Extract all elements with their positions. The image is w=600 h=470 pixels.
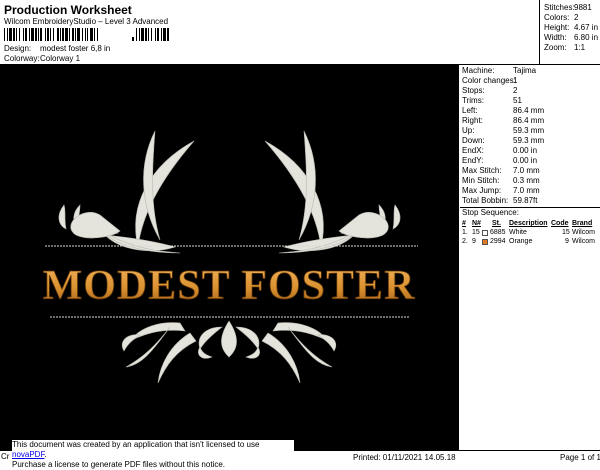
thread-color-swatch bbox=[482, 239, 488, 245]
stat-value: 4.67 in bbox=[574, 23, 599, 32]
novapdf-link[interactable]: novaPDF bbox=[12, 450, 44, 459]
machine-value: 2 bbox=[513, 86, 518, 95]
stat-label: Width: bbox=[544, 33, 567, 42]
machine-label: Color changes: bbox=[462, 76, 516, 85]
license-notice: This document was created by an applicat… bbox=[12, 440, 294, 469]
machine-label: Max Jump: bbox=[462, 186, 502, 195]
machine-label: Min Stitch: bbox=[462, 176, 500, 185]
machine-value: 59.87ft bbox=[513, 196, 538, 205]
machine-value: 1 bbox=[513, 76, 518, 85]
stat-value: 1:1 bbox=[574, 43, 586, 52]
page-number: Page 1 of 1 bbox=[560, 453, 600, 462]
footer-cr-text: Cr bbox=[1, 452, 10, 461]
stat-label: Zoom: bbox=[544, 43, 567, 52]
machine-value: 7.0 mm bbox=[513, 186, 540, 195]
machine-value: 86.4 mm bbox=[513, 116, 545, 125]
machine-label: Stops: bbox=[462, 86, 485, 95]
machine-label: Up: bbox=[462, 126, 475, 135]
table-cell: 9 bbox=[472, 238, 476, 245]
table-cell: 9 bbox=[565, 238, 569, 245]
printed-timestamp: Printed: 01/11/2021 14.05.18 bbox=[353, 453, 456, 462]
table-cell: Wilcom bbox=[572, 238, 595, 245]
machine-value: 0.00 in bbox=[513, 156, 538, 165]
machine-label: Left: bbox=[462, 106, 478, 115]
machine-value: 0.00 in bbox=[513, 146, 538, 155]
design-preview: MODEST FOSTER bbox=[0, 65, 459, 450]
machine-value: 51 bbox=[513, 96, 522, 105]
colorway-value: Colorway 1 bbox=[40, 54, 81, 63]
machine-label: Max Stitch: bbox=[462, 166, 502, 175]
machine-label: Right: bbox=[462, 116, 483, 125]
barcode-icon bbox=[4, 28, 169, 41]
machine-value: Tajima bbox=[513, 66, 537, 75]
machine-label: Total Bobbin: bbox=[462, 196, 509, 205]
design-value: modest foster 6,8 in bbox=[40, 44, 111, 53]
machine-value: 59.3 mm bbox=[513, 136, 545, 145]
software-subtitle: Wilcom EmbroideryStudio – Level 3 Advanc… bbox=[4, 17, 169, 26]
header-divider bbox=[539, 0, 540, 64]
notice-text-line2: Purchase a license to generate PDF files… bbox=[12, 460, 225, 469]
stat-value: 9881 bbox=[574, 3, 592, 12]
machine-value: 86.4 mm bbox=[513, 106, 545, 115]
stat-label: Stitches: bbox=[544, 3, 575, 12]
design-artwork: MODEST FOSTER bbox=[0, 65, 459, 450]
machine-value: 0.3 mm bbox=[513, 176, 540, 185]
worksheet-title: Production Worksheet bbox=[4, 3, 132, 17]
thread-color-swatch bbox=[482, 230, 488, 236]
colorway-label: Colorway: bbox=[4, 54, 40, 63]
stat-value: 2 bbox=[574, 13, 579, 22]
machine-label: EndX: bbox=[462, 146, 484, 155]
machine-value: 7.0 mm bbox=[513, 166, 540, 175]
stat-label: Colors: bbox=[544, 13, 570, 22]
stat-value: 6.80 in bbox=[574, 33, 599, 42]
table-cell: 2994 bbox=[490, 238, 506, 245]
machine-label: Machine: bbox=[462, 66, 495, 75]
design-label: Design: bbox=[4, 44, 32, 53]
table-cell: Orange bbox=[509, 238, 533, 245]
machine-value: 59.3 mm bbox=[513, 126, 545, 135]
stop-sequence-title: Stop Sequence: bbox=[462, 208, 519, 217]
machine-label: Down: bbox=[462, 136, 485, 145]
notice-period: . bbox=[44, 450, 47, 459]
machine-label: Trims: bbox=[462, 96, 484, 105]
table-cell: 2. bbox=[462, 238, 468, 245]
machine-label: EndY: bbox=[462, 156, 484, 165]
design-lettering: MODEST FOSTER bbox=[43, 263, 416, 309]
notice-text: This document was created by an applicat… bbox=[12, 440, 260, 449]
stat-label: Height: bbox=[544, 23, 570, 32]
